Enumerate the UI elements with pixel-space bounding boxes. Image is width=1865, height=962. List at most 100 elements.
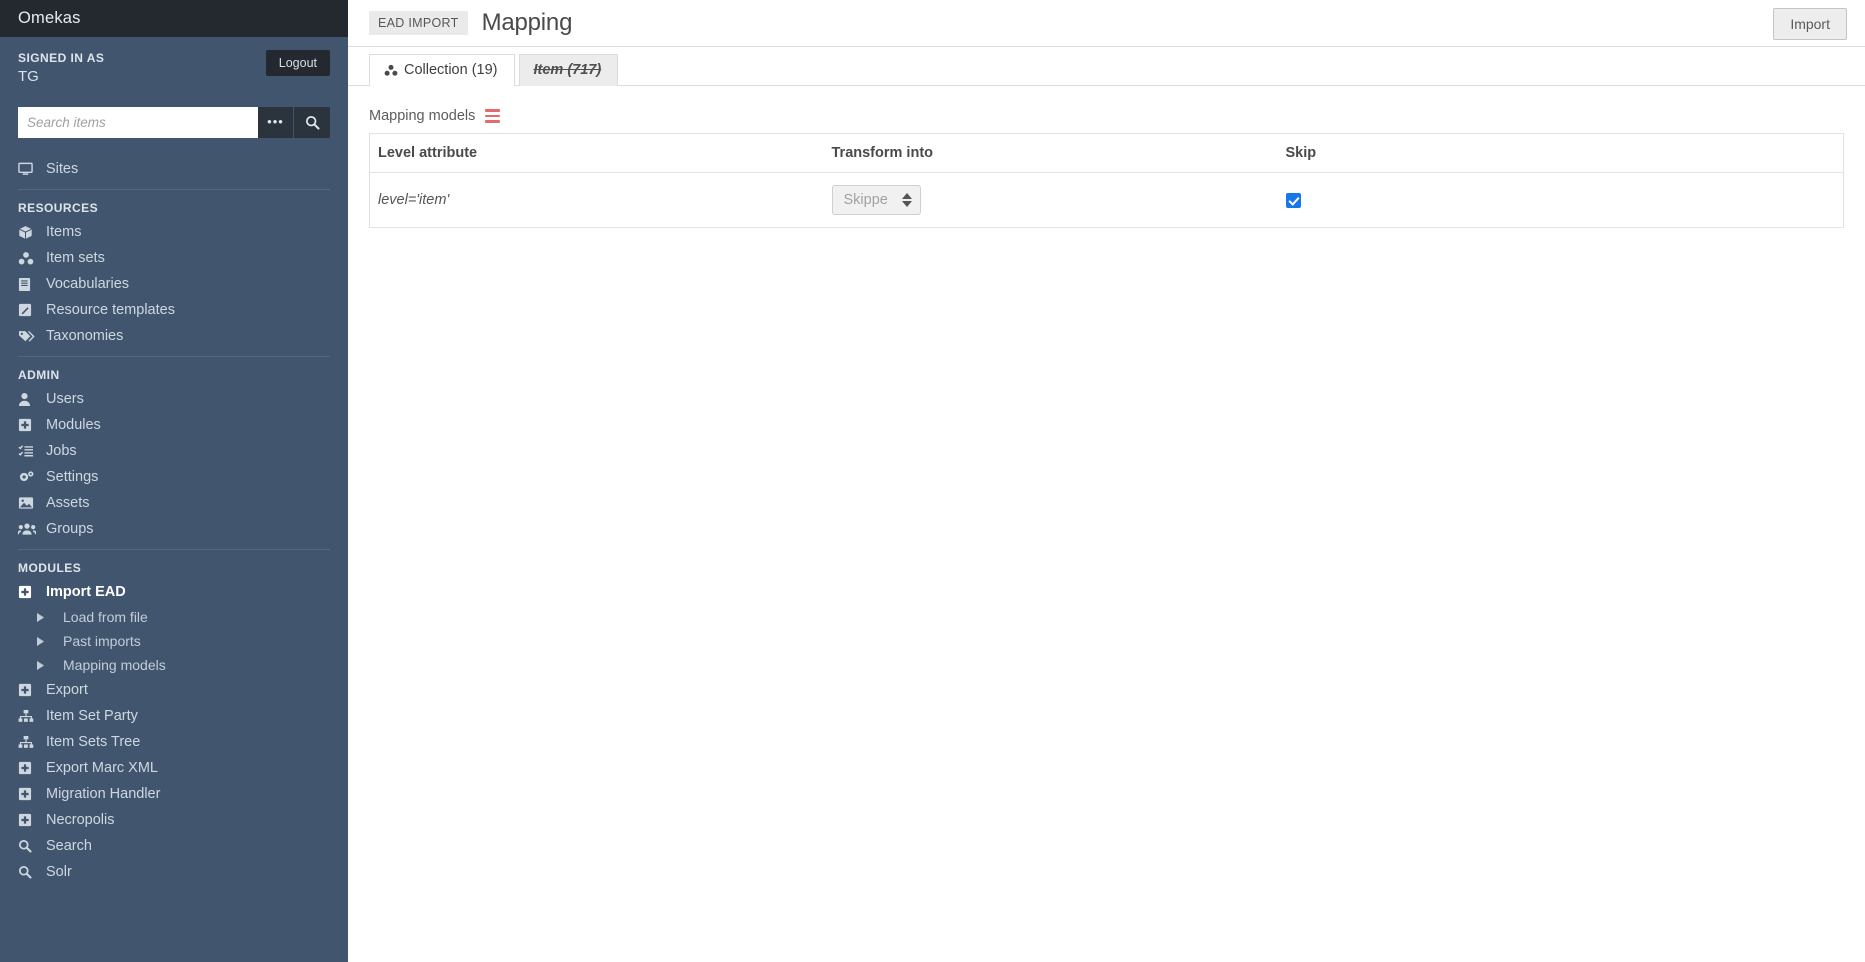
signed-in-block: SIGNED IN AS TG Logout [0,37,348,95]
sidebar-search: ••• [18,107,330,138]
sidebar-item-export[interactable]: Export [0,677,348,703]
sidebar-item-label: Modules [46,417,101,433]
burger-line [485,114,501,118]
nav-divider [18,189,330,190]
desktop-icon [18,161,39,177]
sidebar-item-label: Solr [46,864,72,880]
nav-divider [18,356,330,357]
sidebar-brand[interactable]: Omekas [0,0,348,37]
table-body: level='item' Skipped [370,173,1844,228]
sidebar-item-taxonomies[interactable]: Taxonomies [0,323,348,349]
sidebar-item-export-marc-xml[interactable]: Export Marc XML [0,755,348,781]
sidebar-item-search[interactable]: Search [0,833,348,859]
import-button[interactable]: Import [1773,8,1847,40]
nav-heading-admin: ADMIN [18,368,60,382]
puzzle-icon [18,682,39,698]
sidebar-subitem-load-from-file[interactable]: Load from file [0,605,348,629]
sidebar-item-label: Export Marc XML [46,760,158,776]
caret-right-icon [37,636,53,646]
puzzle-icon [18,584,39,600]
sidebar-item-jobs[interactable]: Jobs [0,438,348,464]
breadcrumb[interactable]: EAD IMPORT [369,11,468,35]
search-submit-button[interactable] [294,107,330,138]
sidebar-item-settings[interactable]: Settings [0,464,348,490]
sidebar-item-vocabularies[interactable]: Vocabularies [0,271,348,297]
sidebar-item-label: Taxonomies [46,328,124,344]
nav-heading-modules: MODULES [18,561,82,575]
sidebar-item-sites[interactable]: Sites [0,156,348,182]
mapping-models-panel: Mapping models Level attribute Transform… [348,86,1865,228]
tab-collection[interactable]: Collection (19) [369,54,515,86]
sidebar-item-item-sets-tree[interactable]: Item Sets Tree [0,729,348,755]
sidebar-item-modules[interactable]: Modules [0,412,348,438]
pencil-square-icon [18,302,39,318]
sidebar: Omekas SIGNED IN AS TG Logout ••• [0,0,348,962]
mapping-models-label: Mapping models [369,108,476,124]
users-icon [18,521,39,537]
sidebar-subitem-label: Past imports [63,633,141,649]
skip-checkbox[interactable] [1285,192,1301,208]
image-icon [18,495,39,511]
sitemap-icon [18,708,39,724]
search-icon [18,864,39,880]
ellipsis-icon: ••• [267,113,284,129]
cell-skip [1278,173,1844,228]
sidebar-subitem-mapping-models[interactable]: Mapping models [0,653,348,677]
mapping-models-table: Level attribute Transform into Skip leve… [369,133,1844,228]
item-sets-icon [384,64,398,77]
tasks-icon [18,443,39,459]
puzzle-icon [18,786,39,802]
tab-label: Item (717) [533,62,602,78]
sidebar-item-users[interactable]: Users [0,386,348,412]
hamburger-menu-icon[interactable] [485,109,501,123]
table-header-row: Level attribute Transform into Skip [369,133,1844,173]
burger-line [485,109,501,112]
advanced-search-button[interactable]: ••• [258,107,294,138]
column-header-level-attribute: Level attribute [369,133,824,173]
sidebar-item-items[interactable]: Items [0,219,348,245]
search-input[interactable] [18,107,258,138]
sidebar-subitem-label: Load from file [63,609,148,625]
search-icon [305,115,320,130]
cell-transform-into: Skipped [824,173,1278,228]
transform-select-wrap: Skipped [831,185,921,215]
puzzle-icon [18,812,39,828]
sidebar-item-assets[interactable]: Assets [0,490,348,516]
logout-button[interactable]: Logout [265,50,330,76]
nav-divider [18,549,330,550]
sidebar-item-item-set-party[interactable]: Item Set Party [0,703,348,729]
sidebar-item-resource-templates[interactable]: Resource templates [0,297,348,323]
sitemap-icon [18,734,39,750]
sidebar-item-label: Item Sets Tree [46,734,141,750]
sidebar-item-migration-handler[interactable]: Migration Handler [0,781,348,807]
column-header-skip: Skip [1277,133,1844,173]
sidebar-item-label: Settings [46,469,99,485]
sidebar-item-solr[interactable]: Solr [0,859,348,885]
sidebar-item-label: Jobs [46,443,77,459]
app-root: Omekas SIGNED IN AS TG Logout ••• [0,0,1865,962]
cell-level-attribute: level='item' [378,192,450,208]
tab-item[interactable]: Item (717) [518,54,619,86]
sidebar-item-necropolis[interactable]: Necropolis [0,807,348,833]
sidebar-subitem-label: Mapping models [63,657,166,673]
sidebar-item-import-ead[interactable]: Import EAD [0,579,348,605]
sidebar-item-label: Sites [46,161,79,177]
user-icon [18,391,39,407]
caret-right-icon [37,612,53,622]
sidebar-subitem-past-imports[interactable]: Past imports [0,629,348,653]
tab-bar: Collection (19) Item (717) [348,47,1865,86]
sidebar-item-label: Necropolis [46,812,115,828]
sidebar-item-groups[interactable]: Groups [0,516,348,542]
sidebar-item-label: Items [46,224,82,240]
sidebar-item-label: Export [46,682,88,698]
transform-into-select[interactable]: Skipped [831,185,921,215]
sidebar-item-label: Assets [46,495,90,511]
book-icon [18,276,39,292]
main-header: EAD IMPORT Mapping Import [348,0,1865,47]
caret-right-icon [37,660,53,670]
sidebar-nav: Sites RESOURCES Items Item sets Vocabula… [0,156,348,885]
cube-icon [18,224,39,240]
puzzle-icon [18,417,39,433]
sidebar-item-label: Resource templates [46,302,175,318]
sidebar-item-item-sets[interactable]: Item sets [0,245,348,271]
